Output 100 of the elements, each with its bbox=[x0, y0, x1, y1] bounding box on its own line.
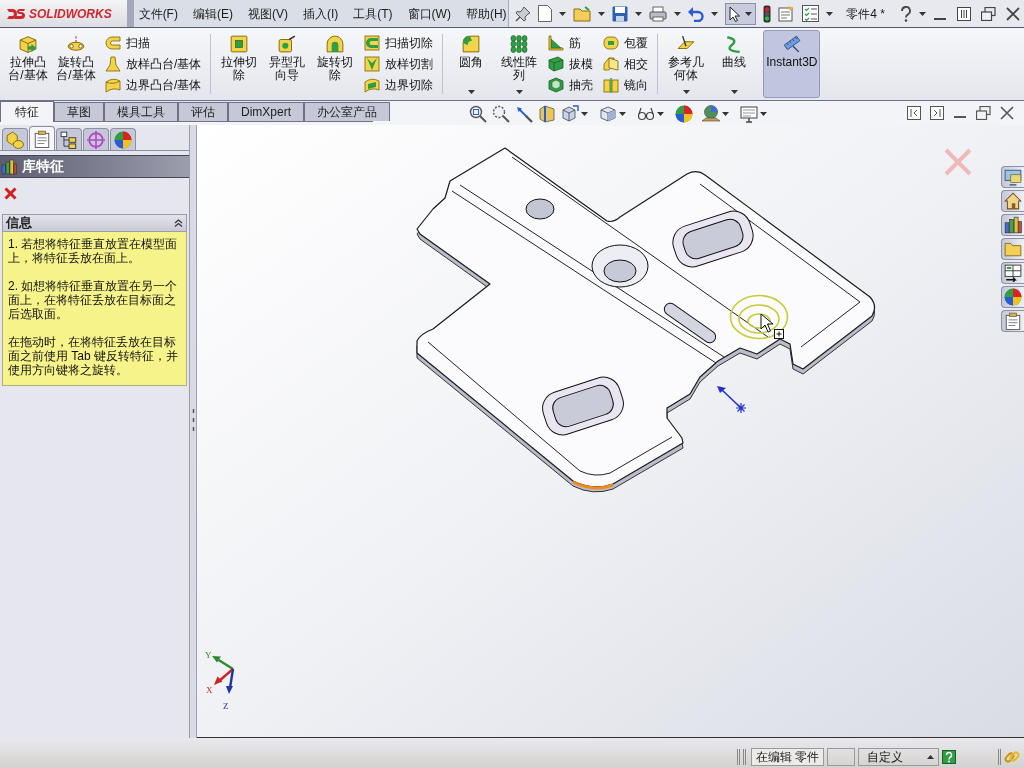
color-sphere-icon bbox=[1004, 288, 1022, 306]
status-mode: 在编辑 零件 bbox=[750, 748, 824, 766]
panel-right-icon[interactable] bbox=[930, 106, 944, 120]
diagonal-arrow-icon[interactable] bbox=[515, 105, 533, 123]
color-sphere-icon[interactable] bbox=[675, 105, 693, 123]
panel-title: 库特征 bbox=[22, 157, 64, 176]
command-button[interactable]: 旋转切除 bbox=[311, 28, 360, 100]
command-button[interactable]: 边界切除 bbox=[362, 75, 436, 95]
caret-icon[interactable] bbox=[635, 11, 643, 16]
command-button[interactable]: 扫描 bbox=[103, 33, 204, 53]
command-button[interactable]: 曲线 bbox=[710, 28, 759, 100]
document-icon[interactable] bbox=[778, 5, 796, 22]
folder-icon[interactable] bbox=[573, 5, 592, 22]
close-icon[interactable] bbox=[1000, 106, 1014, 120]
help-icon[interactable] bbox=[900, 5, 912, 22]
checklist-icon[interactable] bbox=[802, 5, 820, 22]
shaded-cube-icon[interactable] bbox=[599, 105, 617, 123]
command-button[interactable]: 参考几何体 bbox=[662, 28, 711, 100]
caret-icon[interactable] bbox=[919, 11, 926, 16]
logo-text: SOLIDWORKS bbox=[29, 5, 112, 23]
menu-item[interactable]: 文件(F) bbox=[137, 4, 179, 23]
command-button[interactable]: 线性阵列 bbox=[495, 28, 544, 100]
cursor-icon bbox=[760, 313, 784, 339]
command-tab[interactable]: 评估 bbox=[178, 102, 228, 121]
units-selector[interactable]: 自定义 bbox=[858, 748, 939, 766]
command-button[interactable]: 放样切割 bbox=[362, 54, 436, 74]
document-title: 零件4 * bbox=[846, 5, 885, 23]
menu-item[interactable]: 插入(I) bbox=[301, 4, 340, 23]
caret-icon[interactable] bbox=[674, 11, 682, 16]
close-icon[interactable] bbox=[1006, 6, 1020, 21]
split-box-icon[interactable] bbox=[538, 105, 556, 123]
traffic-light-icon[interactable] bbox=[763, 4, 772, 23]
menu-item[interactable]: 编辑(E) bbox=[191, 4, 234, 23]
command-tab[interactable]: DimXpert bbox=[228, 102, 304, 121]
cancel-icon[interactable] bbox=[4, 187, 17, 200]
panel-tab[interactable] bbox=[56, 128, 82, 150]
caret-icon[interactable] bbox=[711, 11, 719, 16]
command-button[interactable]: 异型孔向导 bbox=[263, 28, 312, 100]
command-button[interactable]: 相交 bbox=[601, 54, 651, 74]
magnifier-icon[interactable] bbox=[469, 105, 487, 123]
caret-icon[interactable] bbox=[722, 112, 729, 116]
glasses-icon[interactable] bbox=[637, 105, 655, 123]
page-icon[interactable] bbox=[538, 5, 553, 22]
monitor-icon[interactable] bbox=[740, 105, 758, 123]
panel-tab[interactable] bbox=[110, 128, 136, 150]
caret-icon[interactable] bbox=[826, 11, 834, 16]
command-button[interactable]: 圆角 bbox=[447, 28, 496, 100]
menu-item[interactable]: 工具(T) bbox=[352, 4, 394, 23]
command-tab[interactable]: 模具工具 bbox=[104, 102, 178, 121]
command-button[interactable]: 扫描切除 bbox=[362, 33, 436, 53]
crosshair-icon bbox=[87, 130, 105, 149]
axis-label: Y bbox=[205, 650, 212, 660]
command-button[interactable]: 镜向 bbox=[601, 75, 651, 95]
instant3d-button[interactable]: Instant3D bbox=[763, 30, 821, 98]
dashed-magnifier-icon[interactable] bbox=[492, 105, 510, 123]
menu-item[interactable]: 窗口(W) bbox=[406, 4, 452, 23]
caret-icon[interactable] bbox=[581, 112, 588, 116]
axis-label: X bbox=[206, 685, 213, 695]
select-tool-button[interactable] bbox=[725, 2, 757, 25]
menu-item[interactable]: 视图(V) bbox=[246, 4, 289, 23]
command-button[interactable]: 放样凸台/基体 bbox=[103, 54, 204, 74]
command-button[interactable]: 包覆 bbox=[601, 33, 651, 53]
help-icon[interactable] bbox=[942, 750, 956, 764]
info-text: 1. 若想将特征垂直放置在模型面上，将特征丢放在面上。 bbox=[8, 237, 179, 265]
group-header[interactable]: 信息 bbox=[2, 214, 187, 232]
pushpin-icon[interactable] bbox=[515, 5, 532, 22]
menu-item[interactable]: 帮助(H) bbox=[464, 4, 508, 23]
restore-icon[interactable] bbox=[981, 6, 996, 21]
restore-icon[interactable] bbox=[976, 106, 991, 120]
caret-icon[interactable] bbox=[559, 11, 567, 16]
panel-left-icon[interactable] bbox=[907, 106, 921, 120]
command-button[interactable]: 拉伸切除 bbox=[215, 28, 264, 100]
printer-icon[interactable] bbox=[649, 5, 668, 22]
undo-icon[interactable] bbox=[688, 5, 705, 22]
caret-icon[interactable] bbox=[598, 11, 606, 16]
tapered-cut-icon bbox=[364, 56, 381, 72]
command-tab[interactable]: 草图 bbox=[54, 102, 104, 121]
command-button[interactable]: 拉伸凸台/基体 bbox=[4, 28, 52, 100]
caret-icon bbox=[927, 755, 934, 759]
command-button[interactable]: 筋 bbox=[546, 33, 596, 53]
status-panel bbox=[827, 748, 855, 766]
command-button[interactable]: 拔模 bbox=[546, 54, 596, 74]
tile-windows-icon[interactable] bbox=[957, 6, 971, 21]
command-tab[interactable]: 办公室产品 bbox=[304, 102, 390, 121]
caret-icon bbox=[745, 11, 753, 16]
globe-stand-icon[interactable] bbox=[702, 105, 720, 123]
command-tab[interactable]: 特征 bbox=[0, 101, 54, 122]
caret-icon[interactable] bbox=[657, 112, 664, 116]
folder-icon bbox=[1004, 240, 1022, 258]
caret-icon[interactable] bbox=[760, 112, 767, 116]
command-button[interactable]: 旋转凸台/基体 bbox=[52, 28, 100, 100]
caret-icon[interactable] bbox=[619, 112, 626, 116]
task-pane-tab[interactable] bbox=[1001, 214, 1024, 236]
command-button[interactable]: 边界凸台/基体 bbox=[103, 75, 204, 95]
command-button[interactable]: 抽壳 bbox=[546, 75, 596, 95]
task-pane-tab[interactable] bbox=[1001, 262, 1024, 284]
panel-tab[interactable] bbox=[29, 126, 55, 150]
hollow-box-icon bbox=[548, 77, 565, 93]
save-icon[interactable] bbox=[612, 5, 629, 22]
cube-arrow-icon[interactable] bbox=[561, 105, 579, 123]
